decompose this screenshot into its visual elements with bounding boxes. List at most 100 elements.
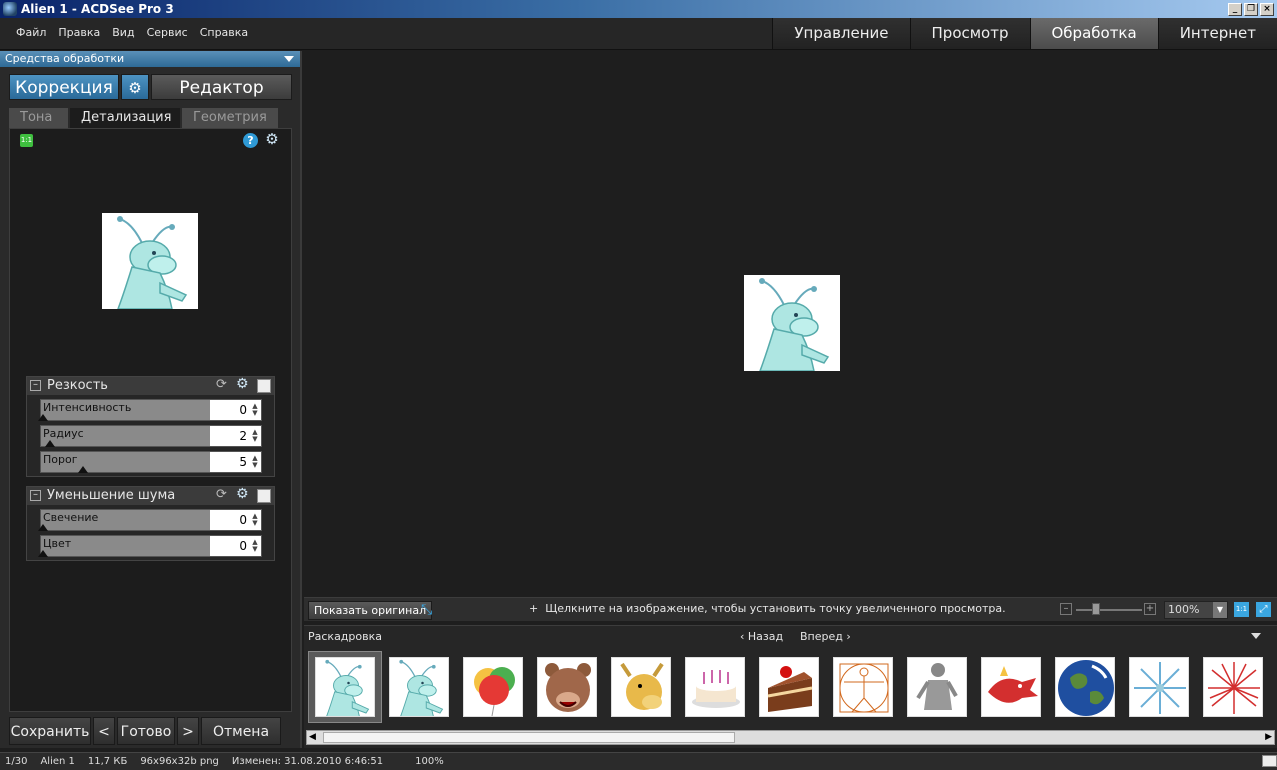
show-original-button[interactable]: Показать оригинал <box>308 601 433 620</box>
thumbnail-dragon[interactable] <box>974 651 1048 723</box>
back-button[interactable]: ‹ Назад <box>740 630 783 643</box>
collapse-icon[interactable]: – <box>30 380 41 391</box>
status-zoom: 100% <box>415 756 444 767</box>
sharpness-enable-checkbox[interactable] <box>257 379 271 393</box>
done-button[interactable]: Готово <box>117 717 175 745</box>
spinner-icon[interactable]: ▲ ▼ <box>251 403 259 417</box>
chevron-down-icon[interactable] <box>1251 633 1261 639</box>
thumbnail-moose[interactable] <box>604 651 678 723</box>
app-icon <box>3 2 17 16</box>
noise-reduction-group: – Уменьшение шума ⟳ ⚙ Свечение 0 ▲ ▼ Цвет… <box>26 486 275 561</box>
prev-button[interactable]: < <box>93 717 115 745</box>
slider-label: Интенсивность <box>43 401 132 414</box>
thumbnail-alien-2[interactable] <box>382 651 456 723</box>
thumbnail-earth[interactable] <box>1048 651 1122 723</box>
menu-tools[interactable]: Сервис <box>141 26 194 39</box>
acdsee-window: Alien 1 - ACDSee Pro 3 _ ❐ × Файл Правка… <box>0 0 1277 770</box>
fit-icon[interactable]: ⤡ <box>421 602 432 618</box>
thumbnail-bear[interactable] <box>530 651 604 723</box>
luminance-slider[interactable]: Свечение 0 ▲ ▼ <box>38 509 262 531</box>
subtab-tones[interactable]: Тона <box>9 108 68 128</box>
close-button[interactable]: × <box>1260 2 1274 16</box>
mode-online[interactable]: Интернет <box>1157 18 1277 49</box>
slider-thumb[interactable] <box>38 414 48 421</box>
tab-correction[interactable]: Коррекция <box>9 74 119 100</box>
thumbnail-balloons[interactable] <box>456 651 530 723</box>
processing-tools-panel: Средства обработки Коррекция ⚙ Редактор … <box>0 51 302 748</box>
gear-icon[interactable]: ⚙ <box>236 376 249 392</box>
threshold-slider[interactable]: Порог 5 ▲ ▼ <box>40 451 262 473</box>
mode-manage[interactable]: Управление <box>772 18 910 49</box>
reset-icon[interactable]: ⟳ <box>216 487 227 502</box>
collapse-icon[interactable]: – <box>30 490 41 501</box>
forward-button[interactable]: Вперед › <box>800 630 851 643</box>
status-filename: Alien 1 <box>40 756 75 767</box>
zoom-track[interactable] <box>1076 609 1142 611</box>
zoom-in-button[interactable]: + <box>1144 603 1156 615</box>
window-title: Alien 1 - ACDSee Pro 3 <box>21 2 174 16</box>
restore-button[interactable]: ❐ <box>1244 2 1258 16</box>
menu-help[interactable]: Справка <box>194 26 254 39</box>
gear-icon[interactable]: ⚙ <box>264 131 280 147</box>
title-bar: Alien 1 - ACDSee Pro 3 _ ❐ × <box>0 0 1277 18</box>
spinner-icon[interactable]: ▲ ▼ <box>251 455 259 469</box>
mode-view[interactable]: Просмотр <box>909 18 1030 49</box>
slider-thumb[interactable] <box>78 466 88 473</box>
thumbnail-cake-slice[interactable] <box>752 651 826 723</box>
cancel-button[interactable]: Отмена <box>201 717 281 745</box>
color-slider[interactable]: Цвет 0 ▲ ▼ <box>38 535 262 557</box>
gear-icon[interactable]: ⚙ <box>236 486 249 502</box>
thumbnail-alien-1[interactable] <box>308 651 382 723</box>
chevron-down-icon[interactable]: ▼ <box>1213 602 1227 618</box>
zoom-hint-text: Щелкните на изображение, чтобы установит… <box>545 602 1006 615</box>
thumbnail-vitruvian-man[interactable] <box>826 651 900 723</box>
scroll-right-icon[interactable]: ▶ <box>1265 732 1272 742</box>
fullscreen-icon[interactable]: ⤢ <box>1256 602 1271 617</box>
reset-icon[interactable]: ⟳ <box>216 377 227 392</box>
intensity-slider[interactable]: Интенсивность 0 ▲ ▼ <box>38 399 262 421</box>
chevron-down-icon[interactable] <box>284 56 294 62</box>
subtab-geometry[interactable]: Геометрия <box>182 108 278 128</box>
spinner-icon[interactable]: ▲ ▼ <box>251 513 259 527</box>
menu-view[interactable]: Вид <box>106 26 140 39</box>
thumbnail-cake[interactable] <box>678 651 752 723</box>
gear-icon[interactable]: ⚙ <box>121 74 149 100</box>
menu-file[interactable]: Файл <box>10 26 52 39</box>
subtab-detail[interactable]: Детализация <box>70 108 180 128</box>
sharpness-title: Резкость <box>47 378 108 393</box>
thumbnail-snowflake[interactable] <box>1122 651 1196 723</box>
next-button[interactable]: > <box>177 717 199 745</box>
main-image[interactable] <box>744 275 840 371</box>
menu-edit[interactable]: Правка <box>52 26 106 39</box>
spinner-icon[interactable]: ▲ ▼ <box>251 429 259 443</box>
detail-tab-content: 1:1 ? ⚙ – Резкость ⟳ ⚙ Интенсивность 0 ▲… <box>9 128 292 712</box>
spinner-icon[interactable]: ▲ ▼ <box>251 539 259 553</box>
noise-enable-checkbox[interactable] <box>257 489 271 503</box>
thumbnail-david-statue[interactable] <box>900 651 974 723</box>
status-filesize: 11,7 КБ <box>87 756 128 767</box>
scroll-thumb[interactable] <box>323 732 735 743</box>
thumbnail-fireworks[interactable] <box>1196 651 1270 723</box>
panel-header[interactable]: Средства обработки <box>0 51 300 67</box>
viewer-toolbar: Показать оригинал ⤡ + Щелкните на изобра… <box>304 597 1277 621</box>
slider-thumb[interactable] <box>38 524 48 531</box>
one-to-one-icon[interactable]: 1:1 <box>1234 602 1249 617</box>
zoom-slider-thumb[interactable] <box>1092 603 1100 615</box>
resize-grip[interactable] <box>1262 755 1277 767</box>
filmstrip-scrollbar[interactable]: ◀ ▶ <box>306 730 1275 745</box>
tab-editor[interactable]: Редактор <box>151 74 292 100</box>
status-index: 1/30 <box>5 756 28 767</box>
slider-thumb[interactable] <box>38 550 48 557</box>
image-viewer[interactable] <box>304 51 1277 597</box>
minimize-button[interactable]: _ <box>1228 2 1242 16</box>
detail-preview-image[interactable] <box>102 213 198 309</box>
zoom-out-button[interactable]: – <box>1060 603 1072 615</box>
one-to-one-icon[interactable]: 1:1 <box>20 134 33 147</box>
mode-process[interactable]: Обработка <box>1029 18 1158 49</box>
radius-slider[interactable]: Радиус 2 ▲ ▼ <box>40 425 262 447</box>
help-icon[interactable]: ? <box>243 133 258 148</box>
scroll-left-icon[interactable]: ◀ <box>309 732 316 742</box>
slider-thumb[interactable] <box>45 440 55 447</box>
save-button[interactable]: Сохранить <box>9 717 91 745</box>
zoom-select[interactable]: 100% ▼ <box>1164 601 1228 619</box>
